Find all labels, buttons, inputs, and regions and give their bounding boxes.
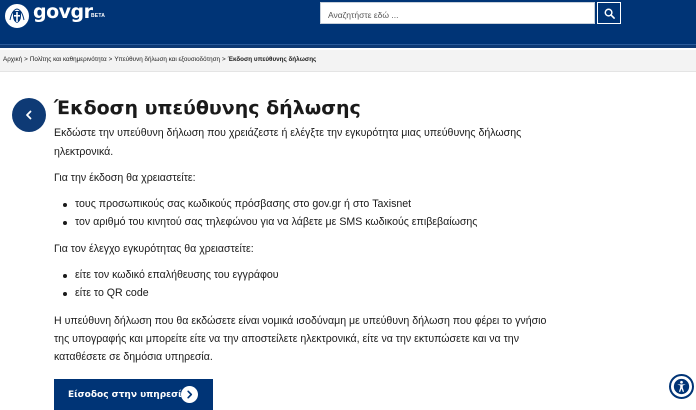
chevron-right-icon: [181, 386, 198, 403]
search-box: [320, 2, 595, 25]
list-item: τους προσωπικούς σας κωδικούς πρόσβασης …: [63, 198, 411, 210]
enter-service-button[interactable]: Είσοδος στην υπηρεσία: [54, 379, 213, 410]
search-button[interactable]: [597, 2, 621, 24]
breadcrumb-link-citizen[interactable]: Πολίτης και καθημερινότητα: [30, 56, 107, 63]
list-item: είτε το QR code: [63, 287, 149, 299]
breadcrumb-link-declaration[interactable]: Υπεύθυνη δήλωση και εξουσιοδότηση: [114, 56, 220, 63]
breadcrumb-current: Έκδοση υπεύθυνης δήλωσης: [227, 56, 317, 63]
chevron-left-icon: [26, 110, 32, 120]
breadcrumb: Αρχική > Πολίτης και καθημερινότητα > Υπεύθυ…: [3, 56, 316, 63]
accessibility-icon: [673, 378, 690, 395]
closing-text-line: καταθέσετε σε δημόσια υπηρεσία.: [54, 351, 213, 363]
breadcrumb-separator: >: [24, 56, 28, 63]
list-item-text: τους προσωπικούς σας κωδικούς πρόσβασης …: [75, 198, 412, 210]
intro-text-line: ηλεκτρονικά.: [54, 146, 114, 158]
header-divider: [0, 44, 696, 48]
back-button[interactable]: [12, 98, 46, 132]
list-item-text: είτε τον κωδικό επαλήθευσης του εγγράφου: [75, 269, 279, 281]
search-icon: [604, 8, 615, 19]
list-item-text: είτε το QR code: [75, 287, 149, 299]
issue-requirements-heading: Για την έκδοση θα χρειαστείτε:: [54, 172, 196, 184]
breadcrumb-bar: Αρχική > Πολίτης και καθημερινότητα > Υπεύθυ…: [0, 50, 696, 72]
top-header: govgr BETA: [0, 0, 696, 44]
list-item: είτε τον κωδικό επαλήθευσης του εγγράφου: [63, 269, 279, 281]
closing-text-line: Η υπεύθυνη δήλωση που θα εκδώσετε είναι …: [54, 315, 547, 327]
beta-badge: BETA: [91, 13, 106, 19]
breadcrumb-separator: >: [108, 56, 113, 63]
accessibility-button[interactable]: [669, 374, 694, 399]
breadcrumb-link-home[interactable]: Αρχική: [3, 56, 22, 63]
closing-text-line: της υπογραφής και μπορείτε είτε να την α…: [54, 333, 519, 345]
check-requirements-heading: Για τον έλεγχο εγκυρότητας θα χρειαστείτ…: [54, 243, 254, 255]
greek-coat-of-arms-icon: [5, 4, 29, 28]
list-item: τον αριθμό του κινητού σας τηλεφώνου για…: [63, 216, 477, 228]
list-item-text: τον αριθμό του κινητού σας τηλεφώνου για…: [75, 216, 478, 228]
search-input[interactable]: [321, 5, 594, 25]
breadcrumb-separator: >: [221, 56, 226, 63]
govgr-logo[interactable]: govgr: [33, 1, 93, 23]
intro-text-line: Εκδώστε την υπεύθυνη δήλωση που χρειάζεσ…: [54, 127, 522, 139]
page-title: Έκδοση υπεύθυνης δήλωσης: [54, 97, 361, 119]
enter-service-label: Είσοδος στην υπηρεσία: [68, 389, 188, 400]
